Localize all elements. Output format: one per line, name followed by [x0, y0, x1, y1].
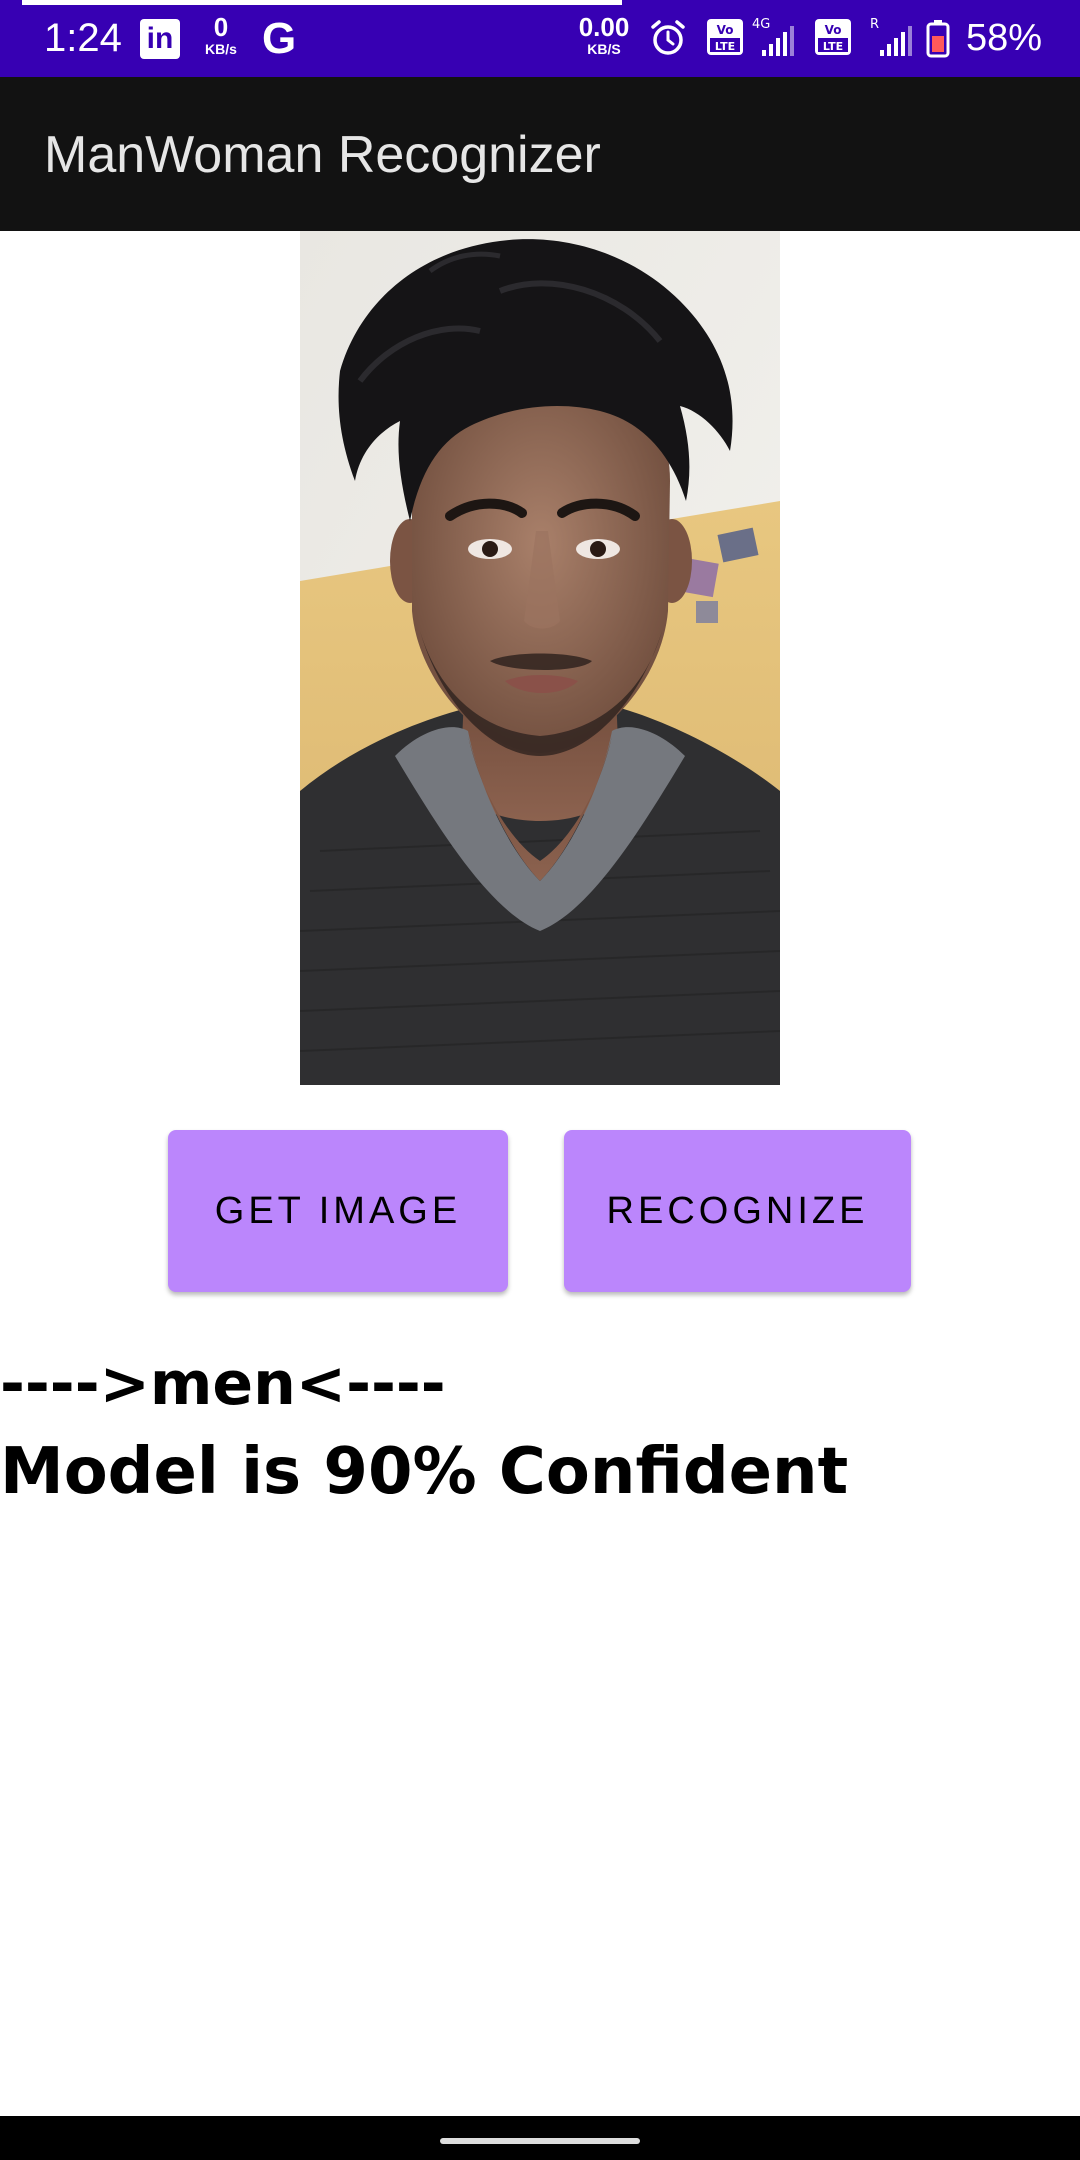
status-time: 1:24	[44, 16, 122, 60]
roaming-label: R	[870, 17, 879, 32]
battery-percentage: 58%	[966, 17, 1043, 59]
google-icon: G	[262, 14, 297, 63]
navigation-bar	[0, 2116, 1080, 2160]
linkedin-icon: in	[140, 19, 180, 59]
svg-text:LTE: LTE	[715, 40, 735, 53]
signal-icon: 4G	[752, 17, 794, 56]
app-bar: ManWoman Recognizer	[0, 77, 1080, 231]
signal-icon: R	[870, 17, 912, 56]
network-speed-value: 0	[213, 12, 229, 42]
svg-text:Vo: Vo	[825, 23, 842, 37]
network-speed-unit-right: KB/S	[587, 41, 621, 57]
alarm-icon	[651, 20, 685, 55]
selected-photo	[300, 231, 780, 1085]
network-speed-unit: KB/s	[205, 41, 237, 57]
prediction-label: ---->men<----	[0, 1349, 446, 1419]
network-speed-indicator-right: 0.00 KB/S	[574, 14, 634, 56]
network-type-label: 4G	[752, 17, 770, 32]
svg-text:LTE: LTE	[823, 40, 843, 53]
svg-text:Vo: Vo	[717, 23, 734, 37]
battery-icon	[926, 20, 950, 58]
volte-icon: Vo LTE	[707, 19, 743, 55]
network-speed-indicator: 0 KB/s	[198, 14, 244, 56]
volte-icon: Vo LTE	[815, 19, 851, 55]
home-gesture-handle[interactable]	[440, 2138, 640, 2144]
app-title: ManWoman Recognizer	[44, 126, 601, 184]
face-photo-image	[300, 231, 780, 1085]
confidence-text: Model is 90% Confident	[0, 1435, 849, 1509]
recognize-button[interactable]: RECOGNIZE	[564, 1130, 911, 1292]
status-bar: 1:24 in 0 KB/s G 0.00 KB/S Vo LTE 4G Vo …	[0, 0, 1080, 77]
status-progress-bar	[22, 0, 622, 5]
network-speed-value-right: 0.00	[578, 12, 630, 42]
get-image-button[interactable]: GET IMAGE	[168, 1130, 508, 1292]
